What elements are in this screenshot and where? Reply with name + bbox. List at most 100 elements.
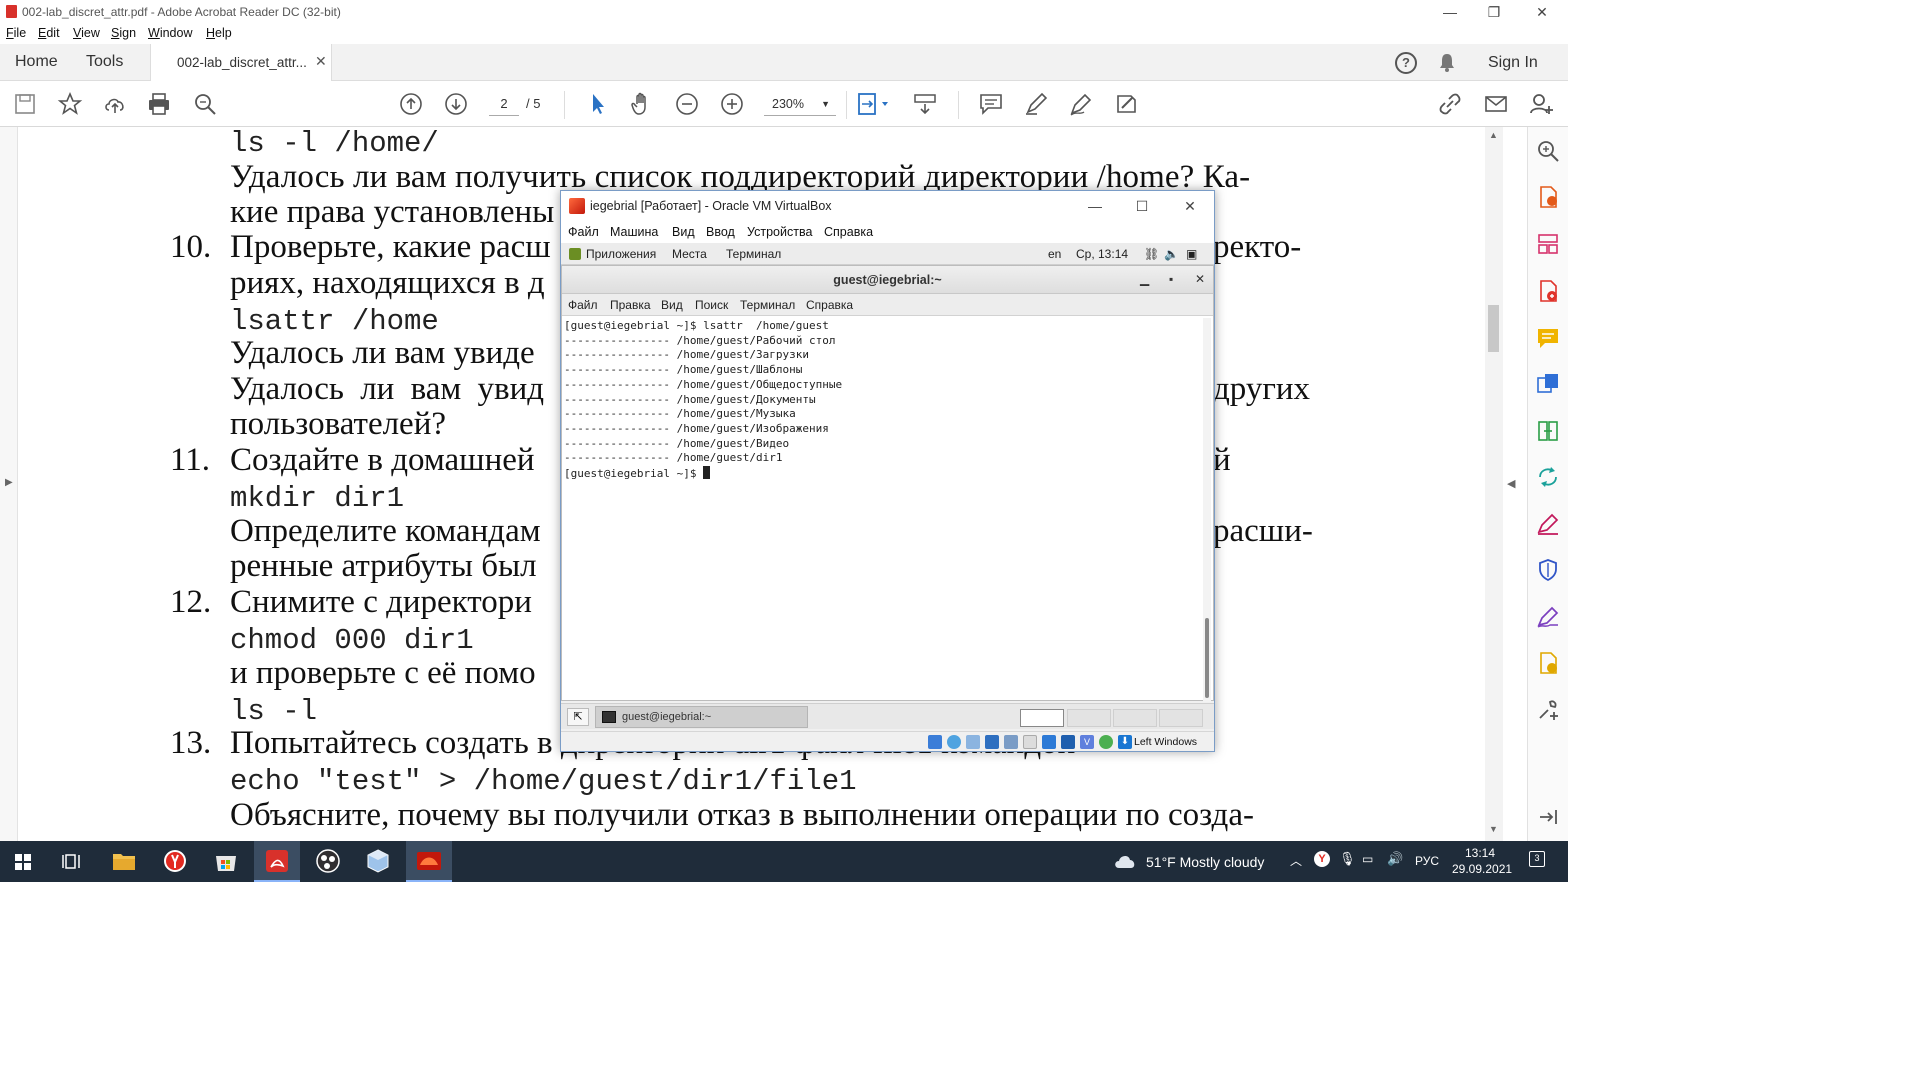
term-menu-terminal[interactable]: Терминал (740, 298, 795, 312)
restore-icon[interactable]: ❐ (1484, 3, 1504, 21)
vbox-menu-input[interactable]: Ввод (706, 225, 735, 239)
zoom-in-icon[interactable] (719, 91, 745, 117)
star-icon[interactable] (57, 91, 83, 117)
protect-shield-icon[interactable] (1536, 558, 1560, 582)
term-menu-search[interactable]: Поиск (695, 298, 728, 312)
scroll-down-icon[interactable]: ▼ (1489, 824, 1498, 834)
vertical-scrollbar[interactable]: ▲ ▼ (1485, 127, 1503, 841)
sign-pen-icon[interactable] (1068, 91, 1094, 117)
close-tab-icon[interactable]: ✕ (315, 53, 327, 70)
display-icon[interactable] (1042, 735, 1056, 749)
workspace-4[interactable] (1159, 709, 1203, 727)
recording-icon[interactable] (1061, 735, 1075, 749)
highlight-pen-icon[interactable] (1023, 91, 1049, 117)
gnome-clock[interactable]: Ср, 13:14 (1076, 247, 1128, 261)
export-pdf-icon[interactable] (1536, 185, 1560, 209)
network-adapter-icon[interactable] (985, 735, 999, 749)
virtualbox-vm-icon[interactable] (406, 841, 452, 882)
vbox-menu-devices[interactable]: Устройства (747, 225, 812, 239)
menu-edit[interactable]: Edit (38, 26, 60, 40)
print-icon[interactable] (146, 91, 172, 117)
yandex-tray-icon[interactable]: Y (1314, 851, 1330, 867)
terminal-minimize-icon[interactable]: ▁ (1140, 272, 1149, 286)
terminal-window[interactable]: guest@iegebrial:~ ▁ ▪ ✕ Файл Правка Вид … (561, 265, 1214, 702)
page-number-input[interactable]: 2 (489, 92, 519, 116)
menu-window[interactable]: Window (148, 26, 192, 40)
virtualbox-window[interactable]: iegebrial [Работает] - Oracle VM Virtual… (560, 190, 1215, 752)
workspace-1[interactable] (1020, 709, 1064, 727)
gnome-places-menu[interactable]: Места (672, 247, 707, 261)
battery-icon[interactable]: ▣ (1186, 247, 1197, 261)
next-page-icon[interactable] (443, 91, 469, 117)
comment-tool-icon[interactable] (1536, 326, 1560, 350)
term-menu-file[interactable]: Файл (568, 298, 598, 312)
optical-drive-icon[interactable] (947, 735, 961, 749)
gnome-terminal-menu[interactable]: Терминал (726, 247, 781, 261)
select-cursor-icon[interactable] (585, 91, 611, 117)
workspace-3[interactable] (1113, 709, 1157, 727)
fill-sign-icon[interactable] (1113, 91, 1139, 117)
organize-pages-icon[interactable] (1536, 232, 1560, 256)
audio-icon[interactable] (966, 735, 980, 749)
task-view-icon[interactable] (50, 841, 96, 882)
start-button[interactable] (0, 841, 46, 882)
battery-tray-icon[interactable]: ▭ (1362, 852, 1373, 866)
terminal-output[interactable]: [guest@iegebrial ~]$ lsattr /home/guest -… (564, 319, 1204, 699)
terminal-scrollbar[interactable] (1203, 318, 1211, 702)
microsoft-store-icon[interactable] (203, 841, 249, 882)
virtualization-icon[interactable]: V (1080, 735, 1094, 749)
zoom-out-icon[interactable] (674, 91, 700, 117)
term-menu-edit[interactable]: Правка (610, 298, 651, 312)
cloud-weather-icon[interactable] (1113, 851, 1137, 871)
send-for-review-icon[interactable] (1536, 465, 1560, 489)
save-icon[interactable] (12, 91, 38, 117)
hand-tool-icon[interactable] (629, 91, 655, 117)
combine-files-icon[interactable] (1536, 372, 1560, 396)
left-panel-toggle[interactable]: ▶ (0, 127, 18, 841)
keyboard-layout[interactable]: en (1048, 247, 1061, 261)
zoom-level-dropdown[interactable]: 230% ▼ (764, 92, 836, 116)
vbox-close-icon[interactable]: ✕ (1180, 197, 1200, 215)
menu-sign[interactable]: Sign (111, 26, 136, 40)
more-tools-icon[interactable] (1536, 698, 1560, 722)
mouse-integration-icon[interactable] (1099, 735, 1113, 749)
compare-files-icon[interactable] (1536, 419, 1560, 443)
edit-pdf-icon[interactable] (1536, 651, 1560, 675)
zoom-search-icon[interactable] (192, 91, 218, 117)
scroll-mode-icon[interactable] (912, 91, 938, 117)
share-link-icon[interactable] (1437, 91, 1463, 117)
acrobat-taskbar-icon[interactable] (254, 841, 300, 882)
scroll-thumb[interactable] (1488, 305, 1499, 352)
scroll-up-icon[interactable]: ▲ (1489, 130, 1498, 140)
microphone-icon[interactable]: 🎙 (1339, 851, 1356, 867)
tab-document[interactable]: 002-lab_discret_attr... ✕ (150, 44, 332, 81)
create-pdf-icon[interactable] (1536, 279, 1560, 303)
fit-page-icon[interactable] (856, 91, 892, 117)
tab-tools[interactable]: Tools (86, 53, 123, 71)
bell-icon[interactable] (1439, 53, 1455, 72)
volume-icon[interactable]: 🔈 (1164, 247, 1179, 261)
menu-file[interactable]: File (6, 26, 26, 40)
taskbar-terminal-item[interactable]: guest@iegebrial:~ (595, 706, 808, 728)
fill-and-sign-icon[interactable] (1536, 512, 1560, 536)
network-icon[interactable]: ⛓ (1144, 247, 1159, 261)
email-icon[interactable] (1483, 91, 1509, 117)
terminal-prompt-line[interactable]: [guest@iegebrial ~]$ (564, 466, 1204, 482)
tab-home[interactable]: Home (15, 53, 58, 71)
menu-view[interactable]: View (73, 26, 100, 40)
show-desktop-icon[interactable]: ⇱ (567, 708, 589, 726)
vbox-maximize-icon[interactable]: ☐ (1132, 197, 1152, 215)
request-signature-icon[interactable] (1536, 605, 1560, 629)
hdd-icon[interactable] (928, 735, 942, 749)
collapse-panel-icon[interactable] (1536, 805, 1560, 829)
chevron-up-icon[interactable]: ︿ (1290, 852, 1302, 869)
minimize-icon[interactable]: — (1440, 3, 1460, 21)
terminal-maximize-icon[interactable]: ▪ (1169, 272, 1173, 286)
vbox-menu-file[interactable]: Файл (568, 225, 599, 239)
weather-text[interactable]: 51°F Mostly cloudy (1146, 854, 1264, 870)
vbox-menu-help[interactable]: Справка (824, 225, 873, 239)
vbox-minimize-icon[interactable]: — (1085, 197, 1105, 215)
obs-studio-icon[interactable] (305, 841, 351, 882)
shared-folders-icon[interactable] (1023, 735, 1037, 749)
term-menu-help[interactable]: Справка (806, 298, 853, 312)
